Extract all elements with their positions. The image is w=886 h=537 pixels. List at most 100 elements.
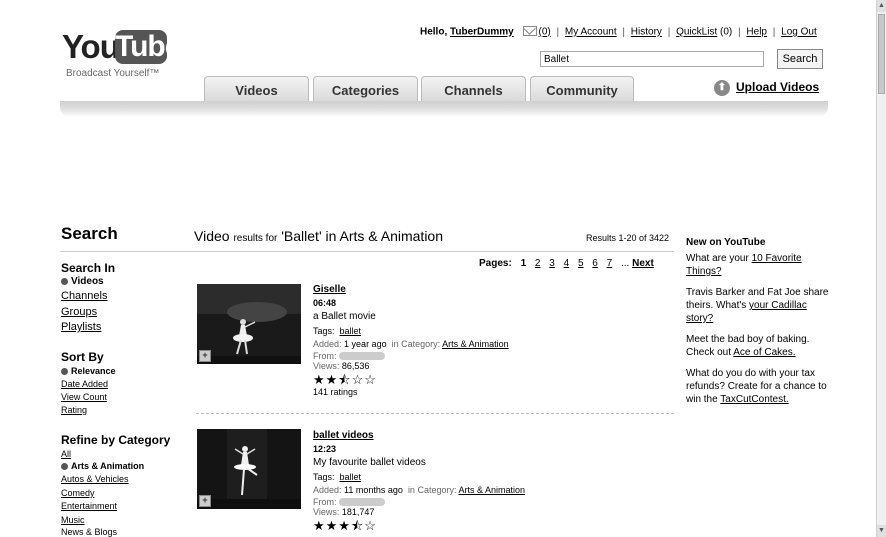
video-duration: 12:23 <box>313 443 337 454</box>
quicklist-count: (0) <box>720 26 733 38</box>
page-link[interactable]: 3 <box>549 258 555 269</box>
log-out-link[interactable]: Log Out <box>781 27 817 38</box>
views-label: Views: <box>313 506 340 517</box>
video-thumbnail[interactable]: + <box>197 284 301 364</box>
refine-autos-vehicles[interactable]: Autos & Vehicles <box>61 474 129 484</box>
uploader-name-blurred[interactable] <box>339 352 386 361</box>
vertical-scrollbar[interactable]: ▲ ▼ <box>876 0 886 537</box>
uploader-name-blurred[interactable] <box>339 498 386 507</box>
results-query: 'Ballet' in Arts & Animation <box>281 228 444 244</box>
nav-bar <box>60 101 828 117</box>
scroll-up-arrow-icon[interactable]: ▲ <box>877 0 886 12</box>
category-label: in Category: <box>407 485 457 495</box>
promo-link[interactable]: TaxCutContest. <box>720 394 788 405</box>
refine-entertainment[interactable]: Entertainment <box>61 501 117 511</box>
selected-dot-icon <box>61 368 68 376</box>
greeting: Hello, <box>420 26 448 38</box>
youtube-logo[interactable]: You Tube Broadcast Yourself™ <box>62 28 181 79</box>
results-count: Results 1-20 of 3422 <box>586 233 670 243</box>
from-label: From: <box>313 350 337 361</box>
upload-videos-button[interactable]: ⬆ Upload Videos <box>714 80 819 96</box>
tags-label: Tags: <box>313 471 335 482</box>
promo-item: What do you do with your tax refunds? Cr… <box>686 367 836 406</box>
refine-all[interactable]: All <box>61 449 71 459</box>
separator: | <box>772 26 776 38</box>
search-in-groups[interactable]: Groups <box>61 306 97 318</box>
refine-selected: Arts & Animation <box>71 461 145 471</box>
page-link[interactable]: 6 <box>592 258 598 269</box>
selected-dot-icon <box>61 463 68 471</box>
upload-icon: ⬆ <box>714 80 730 96</box>
help-link[interactable]: Help <box>746 27 767 38</box>
sort-by-date-added[interactable]: Date Added <box>61 379 108 389</box>
tab-community[interactable]: Community <box>530 76 634 102</box>
added-value: 1 year ago <box>344 339 387 349</box>
next-page-link[interactable]: Next <box>632 258 654 269</box>
upload-videos-link[interactable]: Upload Videos <box>736 80 819 94</box>
page-title: Search <box>61 224 118 243</box>
search-button[interactable]: Search <box>777 49 823 69</box>
page-link[interactable]: 4 <box>564 258 570 269</box>
refine-heading: Refine by Category <box>61 433 171 447</box>
results-prefix: Video <box>194 228 230 244</box>
quicklist-link[interactable]: QuickList <box>676 27 717 38</box>
video-details: ballet videos 12:23 My favourite ballet … <box>313 430 525 533</box>
sort-by-relevance: Relevance <box>61 366 116 376</box>
page-current: 1 <box>520 258 527 269</box>
search-in-selected: Videos <box>71 276 104 287</box>
video-thumbnail[interactable]: + <box>197 429 301 509</box>
mail-icon[interactable] <box>522 26 537 36</box>
divider <box>196 413 674 414</box>
scroll-thumb[interactable] <box>878 14 885 94</box>
video-title-link[interactable]: Giselle <box>313 284 346 295</box>
search-in-channels[interactable]: Channels <box>61 290 107 302</box>
search-in-playlists[interactable]: Playlists <box>61 321 101 333</box>
tab-channels[interactable]: Channels <box>421 76 526 102</box>
views-label: Views: <box>313 360 340 371</box>
pages-ellipsis: ... <box>620 258 630 269</box>
sort-by-heading: Sort By <box>61 350 104 364</box>
category-link[interactable]: Arts & Animation <box>458 485 525 495</box>
tag-link[interactable]: ballet <box>340 326 362 336</box>
video-title-link[interactable]: ballet videos <box>313 430 374 441</box>
promo-link[interactable]: Ace of Cakes. <box>733 347 795 358</box>
pagination: Pages: 1 2 3 4 5 6 7 ... Next <box>479 258 654 269</box>
scroll-down-arrow-icon[interactable]: ▼ <box>877 525 886 537</box>
results-small: results for <box>233 233 278 244</box>
promo-text: What are your <box>686 253 749 264</box>
tab-categories[interactable]: Categories <box>313 76 418 102</box>
category-link[interactable]: Arts & Animation <box>442 339 509 349</box>
sort-by-view-count[interactable]: View Count <box>61 392 107 402</box>
pages-label: Pages: <box>479 258 512 269</box>
views-value: 86,536 <box>341 360 370 371</box>
add-to-quicklist-icon[interactable]: + <box>199 495 211 507</box>
search-in-videos: Videos <box>61 276 104 287</box>
refine-music[interactable]: Music <box>61 515 85 525</box>
promo-item: What are your 10 Favorite Things? <box>686 252 836 278</box>
tag-link[interactable]: ballet <box>340 472 362 482</box>
star-rating: ★★★⯪☆ <box>313 517 377 533</box>
video-duration: 06:48 <box>313 297 337 308</box>
inbox-count-link[interactable]: (0) <box>539 27 551 38</box>
history-link[interactable]: History <box>631 27 662 38</box>
promo-item: Meet the bad boy of baking. Check out Ac… <box>686 333 836 359</box>
video-description: a Ballet movie <box>313 311 376 322</box>
page-link[interactable]: 2 <box>535 258 541 269</box>
page-link[interactable]: 7 <box>607 258 613 269</box>
refine-news-blogs[interactable]: News & Blogs <box>61 527 117 537</box>
user-links-bar: Hello, TuberDummy (0) | My Account | His… <box>420 26 817 38</box>
search-input[interactable] <box>540 51 764 67</box>
my-account-link[interactable]: My Account <box>565 27 617 38</box>
tab-videos[interactable]: Videos <box>204 76 309 102</box>
video-description: My favourite ballet videos <box>313 457 426 468</box>
logo-tube-text: Tube <box>115 30 181 64</box>
sort-by-selected: Relevance <box>71 366 116 376</box>
page-link[interactable]: 5 <box>578 258 584 269</box>
sort-by-rating[interactable]: Rating <box>61 405 87 415</box>
from-label: From: <box>313 496 337 507</box>
add-to-quicklist-icon[interactable]: + <box>199 350 211 362</box>
divider <box>60 251 674 252</box>
username-link[interactable]: TuberDummy <box>450 27 514 38</box>
star-rating: ★★⯪☆☆ <box>313 371 377 387</box>
refine-comedy[interactable]: Comedy <box>61 488 95 498</box>
